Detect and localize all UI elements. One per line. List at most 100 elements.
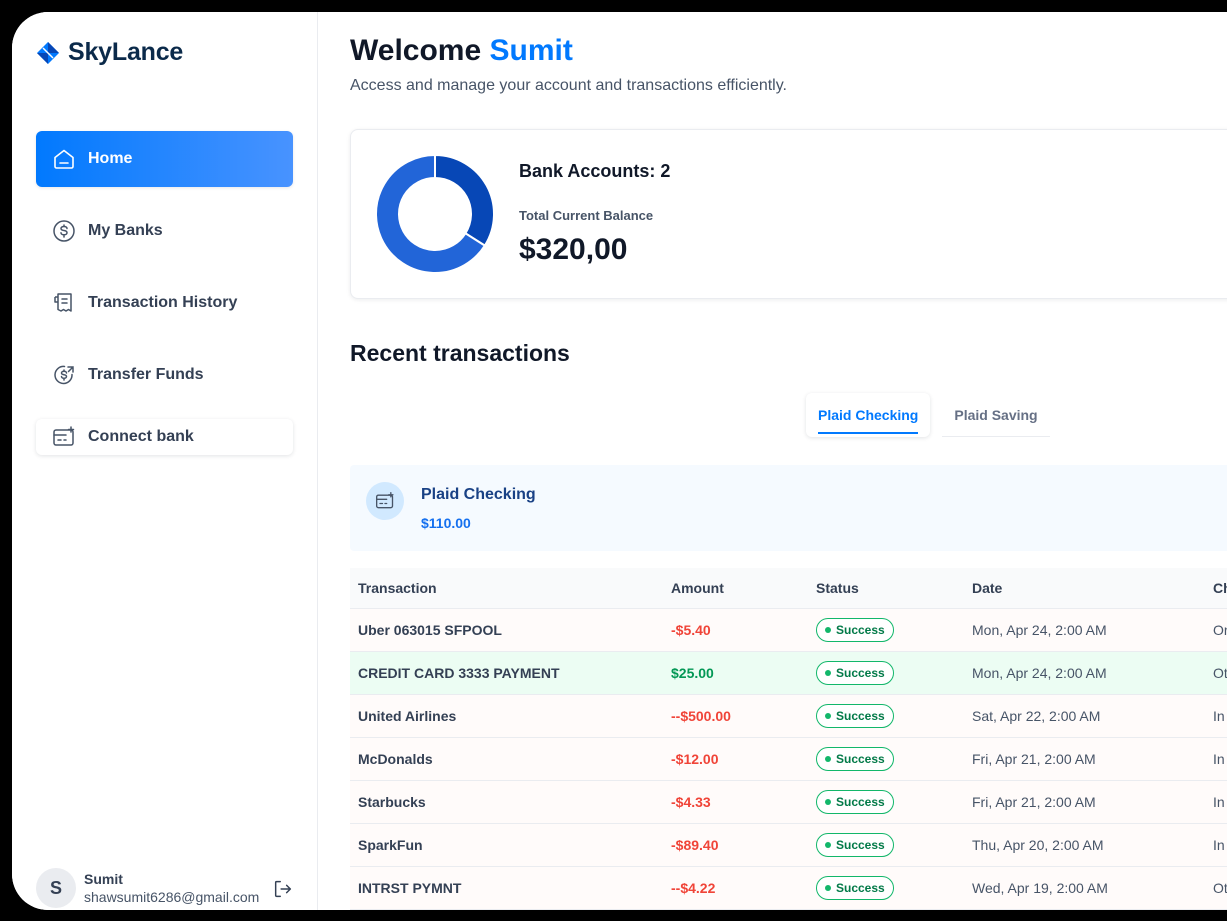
sidebar-item-my-banks[interactable]: My Banks xyxy=(36,203,293,259)
transaction-name: INTRST PYMNT xyxy=(350,866,663,910)
money-send-icon xyxy=(52,363,76,387)
total-balance-label: Total Current Balance xyxy=(519,208,654,223)
transaction-date: Mon, Apr 24, 2:00 AM xyxy=(964,651,1205,695)
transactions-table: Transaction Amount Status Date Ch Uber 0… xyxy=(350,568,1227,910)
transaction-amount: -$89.40 xyxy=(663,823,808,867)
sidebar-item-transaction-history[interactable]: Transaction History xyxy=(36,275,293,331)
total-balance-card: Bank Accounts: 2 Total Current Balance $… xyxy=(350,129,1227,299)
table-row[interactable]: CREDIT CARD 3333 PAYMENT $25.00 Success … xyxy=(350,651,1227,695)
transaction-amount: -$12.00 xyxy=(663,737,808,781)
main-content: Welcome Sumit Access and manage your acc… xyxy=(319,12,1227,910)
donut-segment-0 xyxy=(434,155,494,247)
sidebar-item-transfer-funds[interactable]: Transfer Funds xyxy=(36,347,293,403)
transaction-date: Fri, Apr 21, 2:00 AM xyxy=(964,737,1205,781)
column-header-amount: Amount xyxy=(663,568,808,609)
connect-bank-label: Connect bank xyxy=(88,428,194,445)
table-row[interactable]: Starbucks -$4.33 Success Fri, Apr 21, 2:… xyxy=(350,780,1227,824)
recent-transactions-title: Recent transactions xyxy=(350,340,570,366)
status-dot-icon xyxy=(825,884,831,891)
account-name: Plaid Checking xyxy=(421,486,536,503)
table-header-row: Transaction Amount Status Date Ch xyxy=(350,568,1227,609)
status-badge: Success xyxy=(816,617,894,642)
table-row[interactable]: INTRST PYMNT --$4.22 Success Wed, Apr 19… xyxy=(350,866,1227,910)
greeting-user-name: Sumit xyxy=(489,34,573,67)
transaction-amount: --$4.22 xyxy=(663,866,808,910)
sidebar-item-label: My Banks xyxy=(88,222,163,239)
brand[interactable]: SkyLance xyxy=(36,38,183,67)
sidebar-item-home[interactable]: Home xyxy=(36,131,293,187)
transaction-channel: Ot xyxy=(1205,651,1227,695)
status-text: Success xyxy=(836,794,885,809)
transaction-status: Success xyxy=(808,694,964,738)
page-subtitle: Access and manage your account and trans… xyxy=(350,77,787,94)
sidebar-item-label: Transaction History xyxy=(88,294,238,311)
transaction-channel: Or xyxy=(1205,608,1227,652)
transaction-status: Success xyxy=(808,608,964,652)
transaction-name: CREDIT CARD 3333 PAYMENT xyxy=(350,651,663,695)
transaction-amount: -$4.33 xyxy=(663,780,808,824)
transaction-status: Success xyxy=(808,866,964,910)
account-tabs: Plaid Checking Plaid Saving xyxy=(806,393,1050,437)
add-card-icon xyxy=(366,482,404,520)
account-balance: $110.00 xyxy=(421,515,471,531)
transaction-channel: In xyxy=(1205,694,1227,738)
status-text: Success xyxy=(836,837,885,852)
transaction-amount: $25.00 xyxy=(663,651,808,695)
status-badge: Success xyxy=(816,832,894,857)
connect-bank-button[interactable]: Connect bank xyxy=(36,419,293,455)
table-row[interactable]: McDonalds -$12.00 Success Fri, Apr 21, 2… xyxy=(350,737,1227,781)
table-row[interactable]: SparkFun -$89.40 Success Thu, Apr 20, 2:… xyxy=(350,823,1227,867)
status-dot-icon xyxy=(825,755,831,762)
table-row[interactable]: Uber 063015 SFPOOL -$5.40 Success Mon, A… xyxy=(350,608,1227,652)
transaction-amount: -$5.40 xyxy=(663,608,808,652)
transaction-name: McDonalds xyxy=(350,737,663,781)
home-icon xyxy=(52,147,76,171)
transaction-status: Success xyxy=(808,780,964,824)
transaction-date: Sat, Apr 22, 2:00 AM xyxy=(964,694,1205,738)
status-text: Success xyxy=(836,708,885,723)
transaction-name: Uber 063015 SFPOOL xyxy=(350,608,663,652)
user-name: Sumit xyxy=(84,871,123,887)
tab-plaid-saving[interactable]: Plaid Saving xyxy=(942,393,1050,437)
status-dot-icon xyxy=(825,841,831,848)
status-text: Success xyxy=(836,751,885,766)
add-card-icon xyxy=(52,425,76,449)
transaction-name: SparkFun xyxy=(350,823,663,867)
status-badge: Success xyxy=(816,789,894,814)
status-badge: Success xyxy=(816,875,894,900)
status-dot-icon xyxy=(825,712,831,719)
status-badge: Success xyxy=(816,746,894,771)
greeting-text: Welcome xyxy=(350,34,482,67)
status-badge: Success xyxy=(816,660,894,685)
status-text: Success xyxy=(836,665,885,680)
transaction-date: Wed, Apr 19, 2:00 AM xyxy=(964,866,1205,910)
transaction-date: Mon, Apr 24, 2:00 AM xyxy=(964,608,1205,652)
user-email: shawsumit6286@gmail.com xyxy=(84,889,260,905)
column-header-transaction: Transaction xyxy=(350,568,663,609)
table-row[interactable]: United Airlines --$500.00 Success Sat, A… xyxy=(350,694,1227,738)
page-title: Welcome Sumit xyxy=(350,34,573,68)
logout-icon[interactable] xyxy=(272,878,294,900)
transaction-channel: In xyxy=(1205,823,1227,867)
status-text: Success xyxy=(836,880,885,895)
user-footer: S Sumit shawsumit6286@gmail.com xyxy=(36,868,259,908)
transaction-status: Success xyxy=(808,651,964,695)
transaction-amount: --$500.00 xyxy=(663,694,808,738)
status-badge: Success xyxy=(816,703,894,728)
tab-plaid-checking[interactable]: Plaid Checking xyxy=(806,393,931,437)
sidebar: SkyLance Home My Banks Transaction Histo… xyxy=(12,12,318,910)
status-dot-icon xyxy=(825,669,831,676)
dollar-circle-icon xyxy=(52,219,76,243)
bank-accounts-count: Bank Accounts: 2 xyxy=(519,161,671,181)
status-dot-icon xyxy=(825,798,831,805)
receipt-icon xyxy=(52,291,76,315)
sidebar-item-label: Home xyxy=(88,150,133,167)
account-summary-banner: Plaid Checking $110.00 xyxy=(350,465,1227,551)
column-header-channel: Ch xyxy=(1205,568,1227,609)
transaction-status: Success xyxy=(808,823,964,867)
sidebar-item-label: Transfer Funds xyxy=(88,366,204,383)
app-window: SkyLance Home My Banks Transaction Histo… xyxy=(12,12,1227,910)
transaction-name: United Airlines xyxy=(350,694,663,738)
avatar[interactable]: S xyxy=(36,868,76,908)
user-info: Sumit shawsumit6286@gmail.com xyxy=(84,871,259,905)
